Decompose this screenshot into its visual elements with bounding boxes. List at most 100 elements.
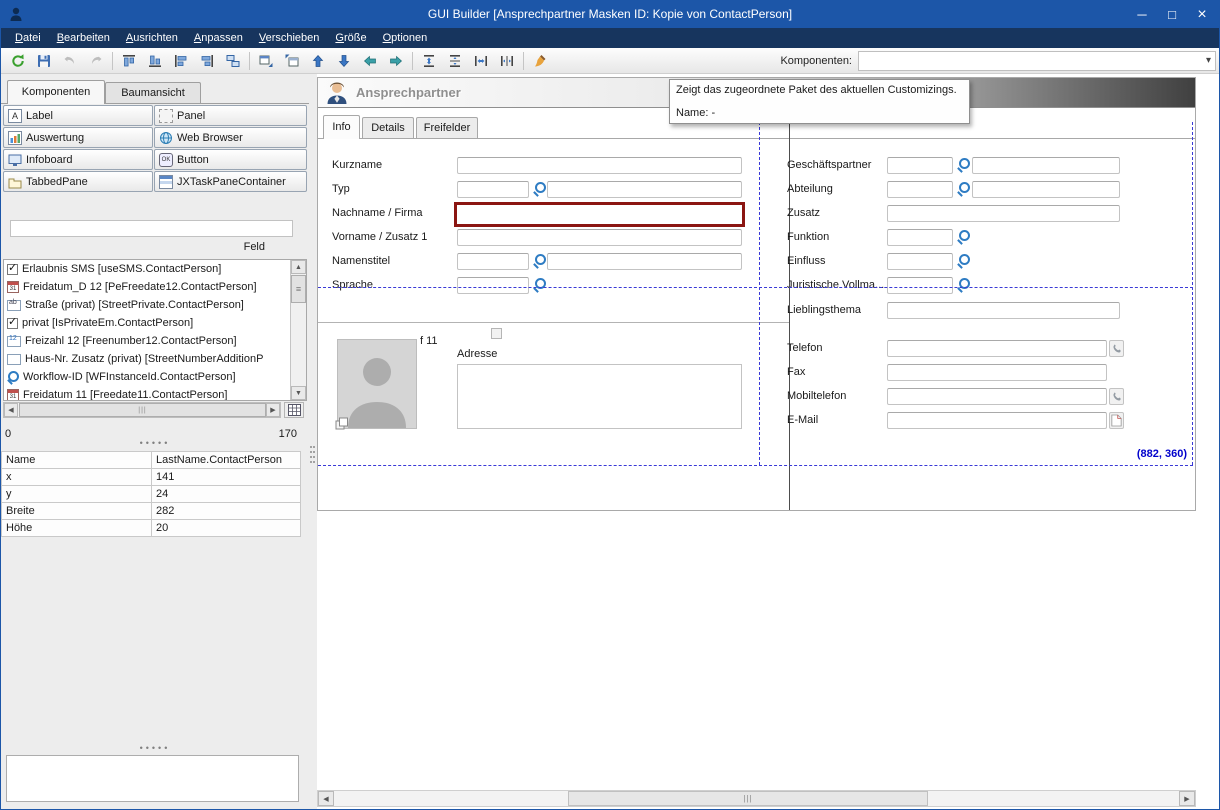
scroll-down-icon[interactable]: ▼ [291,386,306,400]
field-list-item[interactable]: ✓privat [IsPrivateEm.ContactPerson] [4,314,306,332]
align-right-button[interactable] [194,50,220,72]
namenstitel-text-field[interactable] [547,253,742,270]
property-value[interactable]: 24 [152,486,301,503]
palette-tabbedpane[interactable]: TabbedPane [3,171,153,192]
field-list-item[interactable]: ✓Erlaubnis SMS [useSMS.ContactPerson] [4,260,306,278]
telefon-field[interactable] [887,340,1107,357]
email-page-icon[interactable] [1109,412,1124,429]
space-horizontal-equal-button[interactable] [494,50,520,72]
typ-lookup-icon[interactable] [533,182,546,195]
field-list-item[interactable]: Workflow-ID [WFInstanceId.ContactPerson] [4,368,306,386]
juristische-vollmacht-field[interactable] [887,277,953,294]
space-vertical-button[interactable] [416,50,442,72]
move-down-button[interactable] [331,50,357,72]
juristische-vollmacht-lookup-icon[interactable] [957,278,970,291]
namenstitel-lookup-icon[interactable] [533,254,546,267]
geschaeftspartner-lookup-icon[interactable] [957,158,970,171]
abteilung-field[interactable] [887,181,953,198]
phone-icon[interactable] [1109,388,1124,405]
scroll-up-icon[interactable]: ▲ [291,260,306,274]
redo-button[interactable] [83,50,109,72]
sprache-lookup-icon[interactable] [533,278,546,291]
maximize-button[interactable]: □ [1157,1,1187,28]
drag-handle[interactable]: ••••• [1,438,309,448]
refresh-button[interactable] [5,50,31,72]
nachname-firma-field-selected[interactable] [454,202,745,227]
tab-info[interactable]: Info [323,115,360,139]
send-to-back-button[interactable] [279,50,305,72]
einfluss-lookup-icon[interactable] [957,254,970,267]
mobiltelefon-field[interactable] [887,388,1107,405]
menu-bearbeiten[interactable]: Bearbeiten [49,29,118,47]
tab-details[interactable]: Details [362,117,414,139]
bring-to-front-button[interactable] [253,50,279,72]
save-button[interactable] [31,50,57,72]
field-list-item[interactable]: 31Freidatum 11 [Freedate11.ContactPerson… [4,386,306,401]
palette-panel[interactable]: Panel [154,105,307,126]
space-horizontal-button[interactable] [468,50,494,72]
chevron-down-icon[interactable]: ▾ [1206,55,1211,66]
menu-groesse[interactable]: Größe [327,29,374,47]
drag-handle[interactable]: ••••• [1,743,309,753]
field-list-hscrollbar[interactable]: ◀ ||| ▶ [3,402,281,418]
hscroll-thumb[interactable]: ||| [19,403,266,417]
designer-hscrollbar[interactable]: ◀ ||| ▶ [317,790,1196,807]
move-left-button[interactable] [357,50,383,72]
typ-field[interactable] [457,181,529,198]
scroll-left-icon[interactable]: ◀ [4,403,18,417]
field-search-input[interactable] [10,220,293,237]
vscroll-thumb[interactable]: ≡ [291,275,306,303]
palette-label[interactable]: A Label [3,105,153,126]
field-list-item[interactable]: 31Freidatum_D 12 [PeFreedate12.ContactPe… [4,278,306,296]
geschaeftspartner-field[interactable] [887,157,953,174]
einfluss-field[interactable] [887,253,953,270]
property-value[interactable]: 20 [152,520,301,537]
field-list-item[interactable]: Haus-Nr. Zusatz (privat) [StreetNumberAd… [4,350,306,368]
lieblingsthema-field[interactable] [887,302,1120,319]
table-select-button[interactable] [284,402,304,418]
scroll-right-icon[interactable]: ▶ [266,403,280,417]
field-list-vscrollbar[interactable]: ▲ ≡ ▼ [290,260,306,400]
property-value[interactable]: LastName.ContactPerson [152,452,301,469]
hscroll-thumb[interactable]: ||| [568,791,928,806]
zusatz-field[interactable] [887,205,1120,222]
funktion-field[interactable] [887,229,953,246]
kurzname-field[interactable] [457,157,742,174]
vorname-zusatz1-field[interactable] [457,229,742,246]
abteilung-text-field[interactable] [972,181,1120,198]
clean-layout-button[interactable] [527,50,553,72]
palette-auswertung[interactable]: Auswertung [3,127,153,148]
tab-baumansicht[interactable]: Baumansicht [105,82,201,104]
scroll-left-icon[interactable]: ◀ [318,791,334,806]
komponenten-combobox[interactable]: ▾ [858,51,1216,71]
contact-photo-placeholder[interactable] [337,339,417,429]
move-right-button[interactable] [383,50,409,72]
close-button[interactable]: × [1187,1,1217,28]
palette-infoboard[interactable]: Infoboard [3,149,153,170]
menu-anpassen[interactable]: Anpassen [186,29,251,47]
panel-splitter[interactable] [309,74,317,810]
phone-icon[interactable] [1109,340,1124,357]
move-up-button[interactable] [305,50,331,72]
email-field[interactable] [887,412,1107,429]
menu-optionen[interactable]: Optionen [375,29,436,47]
palette-jxtaskpanecontainer[interactable]: JXTaskPaneContainer [154,171,307,192]
same-size-button[interactable] [220,50,246,72]
align-top-button[interactable] [116,50,142,72]
sprache-field[interactable] [457,277,529,294]
align-left-button[interactable] [168,50,194,72]
typ-text-field[interactable] [547,181,742,198]
property-value[interactable]: 282 [152,503,301,520]
geschaeftspartner-text-field[interactable] [972,157,1120,174]
funktion-lookup-icon[interactable] [957,230,970,243]
address-checkbox[interactable] [491,328,502,339]
form-designer-canvas[interactable]: Ansprechpartner Info Details Freifelder … [317,77,1196,511]
abteilung-lookup-icon[interactable] [957,182,970,195]
palette-web-browser[interactable]: Web Browser [154,127,307,148]
undo-button[interactable] [57,50,83,72]
tab-komponenten[interactable]: Komponenten [7,80,105,104]
align-bottom-button[interactable] [142,50,168,72]
field-list-item[interactable]: abStraße (privat) [StreetPrivate.Contact… [4,296,306,314]
property-value[interactable]: 141 [152,469,301,486]
field-list-item[interactable]: 12Freizahl 12 [Freenumber12.ContactPerso… [4,332,306,350]
